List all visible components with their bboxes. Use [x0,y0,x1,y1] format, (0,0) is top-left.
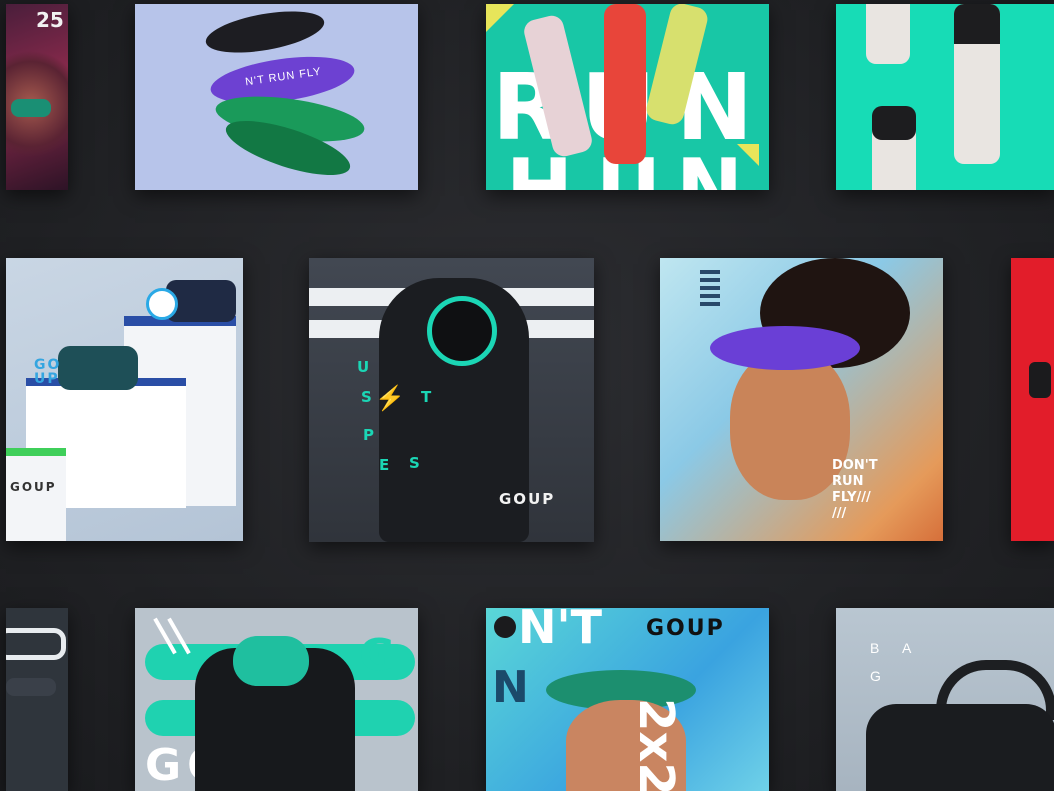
hood-opening [427,296,497,366]
tile-woman-purple-visor: DON'T RUN FLY/// /// [660,258,943,541]
backpack-pocket [233,636,309,686]
bag-letter: G [870,668,884,684]
tile-bag-grey: B A G [836,608,1054,791]
slogan-line: RUN [832,474,864,489]
go-shape [6,628,66,660]
brand-badge-icon [146,288,178,320]
black-visor [202,4,328,61]
stripe-graphic [700,270,720,274]
white-box [6,448,66,541]
bottle-cap [872,106,916,140]
tile-red-edge [1011,258,1054,541]
superfast-letter: U [357,358,370,376]
tile-visor-stack: N'T RUN FLY [135,4,418,190]
superfast-letter: S [409,454,420,472]
red-bottle [604,4,646,164]
moodboard-canvas: 25 N'T RUN FLY R U N H U N [0,0,1054,791]
poster-letter: N [676,142,743,190]
tile-white-bottles [836,4,1054,190]
number-text: 2x25 [628,698,684,791]
slogan-line: DON'T [832,458,878,473]
tile-hoodie-superfast: S U P E T S ⚡ GOUP [309,258,594,542]
bag-letter: A [902,640,915,656]
lightning-icon: ⚡ [375,385,405,412]
brand-badge-icon [494,616,516,638]
brand-logo: GOUP [646,616,725,641]
corner-number: 25 [36,8,64,32]
slogan-line: /// [832,506,847,521]
superfast-letter: P [363,426,374,444]
smartwatch [58,346,138,390]
yellow-triangle [737,144,759,166]
white-bottle [866,4,910,64]
superfast-letter: E [379,456,390,474]
tile-watch-boxes: GO UP GOUP [6,258,243,541]
go-shape [6,678,56,696]
superfast-letter: S [361,388,372,406]
bag-letter: B [870,640,883,656]
brand-fragment: G [359,630,396,681]
yellow-triangle [486,4,514,32]
box-stripe [6,448,66,456]
purple-visor [710,326,860,370]
brand-logo: GOUP [10,480,57,494]
big-letters: N'T [518,608,602,654]
slogan-line: FLY/// [832,490,871,505]
superfast-letter: T [421,388,432,406]
tile-woman-teal-visor: N'T GOUP N 2x25 [486,608,769,791]
black-bag [866,704,1054,791]
bottle-cap [954,4,1000,44]
tile-left-edge-poster: 25 [6,4,68,190]
tile-backpack-go: GO G [135,608,418,791]
tile-bottles-run: R U N H U N [486,4,769,190]
brand-logo: GOUP [499,490,556,508]
visor-icon [11,99,51,117]
tile-left-edge-dark [6,608,68,791]
big-letter-side: N [492,662,529,713]
brand-split: GO UP [34,357,62,387]
watch-icon [1029,362,1051,398]
